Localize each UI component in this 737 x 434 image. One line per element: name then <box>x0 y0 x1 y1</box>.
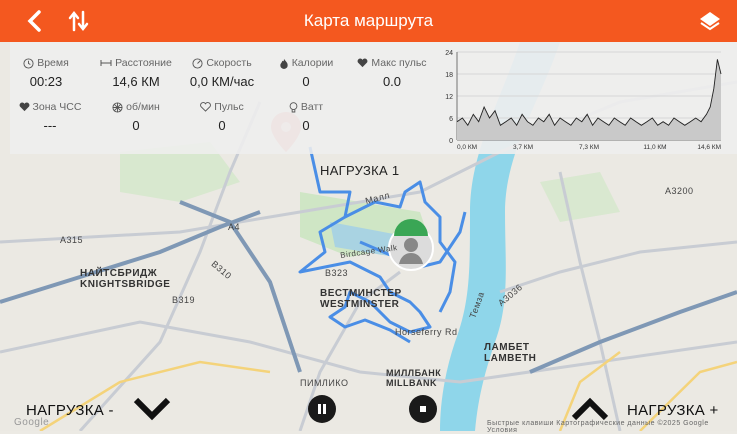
stat-value: 0 <box>302 118 310 133</box>
stat-pulse: Пульс 0 <box>186 101 258 133</box>
stat-value: 0,0 КМ/час <box>189 74 255 89</box>
chevron-up-icon <box>571 397 609 421</box>
load-minus-label[interactable]: НАГРУЗКА - <box>26 402 114 419</box>
stat-label: об/мин <box>126 101 160 113</box>
chart-x-tick-label: 7,3 КМ <box>579 144 599 151</box>
chart-x-tick-label: 0,0 КМ <box>457 144 477 151</box>
chart-y-tick-label: 12 <box>445 94 453 101</box>
pause-button[interactable] <box>308 395 336 423</box>
chart-x-tick-label: 11,0 КМ <box>643 144 666 151</box>
map-attribution[interactable]: Быстрые клавиши Картографические данные … <box>487 420 737 434</box>
stat-calories: Калории 0 <box>270 57 342 89</box>
wheel-icon <box>112 101 123 113</box>
load-decrease-button[interactable] <box>132 392 172 429</box>
chart-svg: 0 6 12 18 24 0,0 КМ 3,7 КМ 7,3 КМ 11,0 КМ 14,6 КМ <box>445 50 722 151</box>
heart-outline-icon <box>200 102 212 112</box>
pulse-chart: 0 6 12 18 24 0,0 КМ 3,7 КМ 7,3 КМ 11,0 КМ 14,6 КМ <box>437 42 737 154</box>
pause-icon <box>318 404 326 414</box>
stats-panel: Время 00:23 Расстояние 14,6 КМ Скорость … <box>10 42 437 154</box>
page-title: Карта маршрута <box>303 11 434 30</box>
layers-icon <box>700 12 720 31</box>
chart-y-tick-label: 24 <box>445 50 453 57</box>
map-label-a3200: A3200 <box>665 186 694 196</box>
chart-y-tick-label: 0 <box>449 138 453 145</box>
bulb-icon <box>289 101 298 112</box>
chart-x-tick-label: 3,7 КМ <box>513 144 533 151</box>
stat-value: --- <box>43 118 57 133</box>
map-label-horseferry: Horseferry Rd <box>395 327 458 337</box>
stat-distance: Расстояние 14,6 КМ <box>100 57 172 89</box>
heart-zone-icon <box>19 102 29 112</box>
header-bar: Карта маршрута <box>0 0 737 42</box>
stat-hr-zone: Зона ЧСС --- <box>14 101 86 133</box>
stop-icon <box>420 406 426 412</box>
stat-label: Калории <box>291 57 334 69</box>
stat-value: 14,6 КМ <box>112 74 160 89</box>
stat-value: 0 <box>218 118 226 133</box>
chart-y-tick-label: 6 <box>449 116 453 123</box>
map-layers-button[interactable] <box>697 8 723 34</box>
distance-icon <box>100 60 112 66</box>
stat-time: Время 00:23 <box>10 57 82 89</box>
stat-speed: Скорость 0,0 КМ/час <box>186 57 258 89</box>
load-plus-label[interactable]: НАГРУЗКА + <box>627 402 719 419</box>
stat-label: Макс пульс <box>371 57 427 69</box>
stat-label: Пульс <box>214 101 244 113</box>
speedometer-icon <box>192 57 203 69</box>
chart-y-tick-label: 18 <box>445 72 453 79</box>
load-increase-button[interactable] <box>570 392 610 429</box>
chevron-down-icon <box>133 397 171 421</box>
map-label-a315: A315 <box>60 235 84 245</box>
stat-label: Зона ЧСС <box>32 101 82 113</box>
stop-button[interactable] <box>409 395 437 423</box>
flame-icon <box>280 58 288 69</box>
stat-label: Время <box>37 57 69 69</box>
map-label-westminster: ВЕСТМИНСТЕР WESTMINSTER <box>320 288 402 310</box>
stat-label: Скорость <box>206 57 252 69</box>
stat-watts: Ватт 0 <box>270 101 342 133</box>
stat-label: Ватт <box>300 101 324 113</box>
chart-x-tick-label: 14,6 КМ <box>697 144 721 151</box>
stat-label: Расстояние <box>115 57 172 69</box>
map-label-b323: B323 <box>325 268 349 278</box>
stat-value: 0.0 <box>382 74 402 89</box>
stat-rpm: об/мин 0 <box>100 101 172 133</box>
map-label-lambeth: ЛАМБЕТ LAMBETH <box>484 342 537 364</box>
heart-icon <box>357 58 368 68</box>
clock-icon <box>23 57 34 69</box>
chart-area-fill <box>457 59 721 140</box>
map-label-knightsbridge: НАЙТСБРИДЖ KNIGHTSBRIDGE <box>80 268 171 290</box>
map-label-millbank: МИЛЛБАНК MILLBANK <box>386 368 442 388</box>
map-label-b319: B319 <box>172 295 196 305</box>
stat-value: 00:23 <box>29 74 63 89</box>
stat-value: 0 <box>132 118 140 133</box>
map-label-a4: A4 <box>228 222 241 232</box>
stat-value: 0 <box>302 74 310 89</box>
load-level-label: НАГРУЗКА 1 <box>320 163 400 178</box>
stat-max-pulse: Макс пульс 0.0 <box>356 57 428 89</box>
chart-series-line <box>456 59 722 127</box>
map-label-pimlico: ПИМЛИКО <box>300 378 349 388</box>
